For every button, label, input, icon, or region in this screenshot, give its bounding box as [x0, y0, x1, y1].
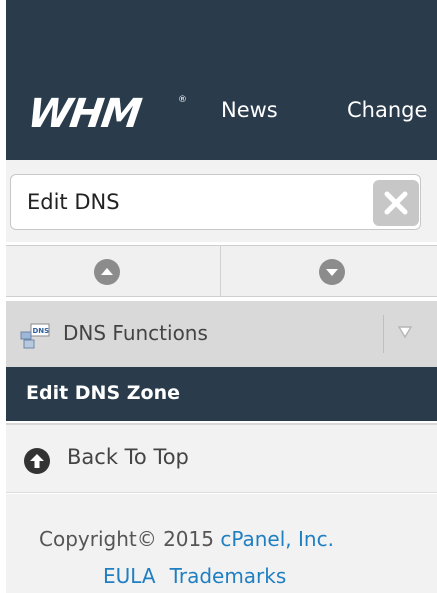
nav-changelog-link[interactable]: Change [347, 98, 427, 122]
header-bar: WHM ® News Change [6, 0, 437, 160]
back-to-top-label: Back To Top [67, 445, 189, 469]
arrow-down-circle-icon [319, 259, 345, 285]
eula-link[interactable]: EULA [103, 564, 156, 588]
arrow-up-circle-icon [24, 448, 50, 474]
whm-logo[interactable]: WHM [25, 91, 183, 137]
close-icon [384, 191, 408, 215]
scroll-up-button[interactable] [6, 246, 221, 296]
whm-sidebar: WHM ® News Change DNS [6, 0, 437, 593]
chevron-down-icon[interactable] [397, 325, 413, 339]
logo-registered-mark: ® [178, 95, 187, 105]
back-to-top-link[interactable]: Back To Top [6, 423, 437, 493]
svg-text:DNS: DNS [33, 327, 50, 335]
copyright-text: Copyright© 2015 [39, 527, 214, 551]
scroll-down-button[interactable] [221, 246, 437, 296]
arrow-up-circle-icon [94, 259, 120, 285]
category-label: DNS Functions [63, 321, 208, 345]
cpanel-link[interactable]: cPanel, Inc. [220, 527, 334, 551]
copyright-line: Copyright© 2015 cPanel, Inc. [39, 527, 334, 551]
clear-search-button[interactable] [373, 180, 419, 226]
footer-links: EULA Trademarks [103, 564, 286, 588]
category-dns-functions[interactable]: DNS DNS Functions [6, 301, 437, 367]
trademarks-link[interactable]: Trademarks [170, 564, 287, 588]
category-divider [383, 315, 384, 353]
menu-item-edit-dns-zone[interactable]: Edit DNS Zone [6, 367, 437, 421]
menu-item-label: Edit DNS Zone [26, 382, 181, 404]
footer: Copyright© 2015 cPanel, Inc. EULA Tradema… [6, 494, 437, 593]
search-input[interactable] [10, 174, 421, 230]
dns-icon: DNS [20, 323, 50, 349]
nav-news-link[interactable]: News [221, 98, 278, 122]
scroll-controls [6, 245, 437, 297]
